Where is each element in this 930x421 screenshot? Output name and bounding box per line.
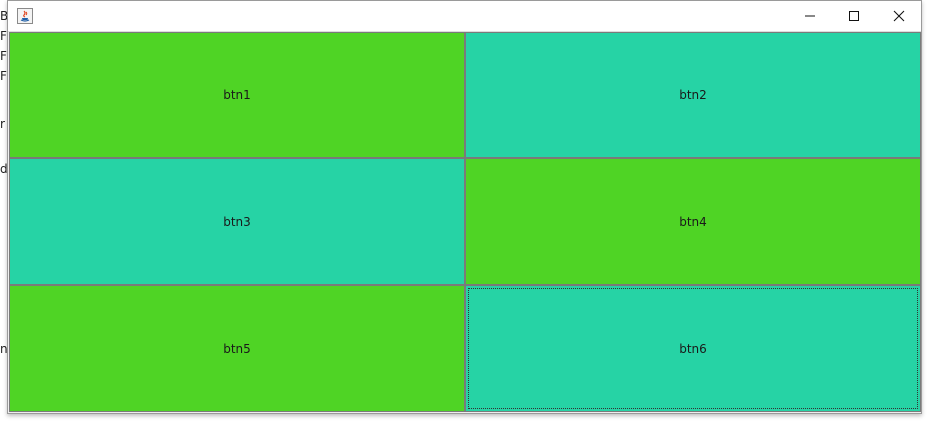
btn3-button[interactable]: btn3 — [9, 158, 465, 285]
btn5-button[interactable]: btn5 — [9, 285, 465, 412]
close-icon — [893, 7, 905, 26]
button-label: btn1 — [223, 88, 251, 102]
button-label: btn2 — [679, 88, 707, 102]
close-button[interactable] — [876, 1, 922, 31]
button-grid: btn1 btn2 btn3 btn4 btn5 btn6 — [9, 32, 921, 412]
java-app-icon[interactable] — [17, 8, 33, 24]
background-text: r — [0, 117, 5, 131]
minimize-button[interactable] — [787, 1, 833, 31]
minimize-icon — [804, 7, 816, 26]
button-label: btn4 — [679, 214, 707, 229]
title-bar[interactable] — [8, 1, 921, 32]
btn2-button[interactable]: btn2 — [465, 32, 921, 158]
btn6-button[interactable]: btn6 — [465, 285, 921, 412]
button-label: btn3 — [223, 214, 251, 229]
maximize-icon — [848, 7, 860, 26]
button-label: btn6 — [679, 341, 707, 356]
btn4-button[interactable]: btn4 — [465, 158, 921, 285]
maximize-button[interactable] — [831, 1, 877, 31]
btn1-button[interactable]: btn1 — [9, 32, 465, 158]
button-label: btn5 — [223, 341, 251, 356]
app-window: btn1 btn2 btn3 btn4 btn5 btn6 — [7, 0, 922, 414]
